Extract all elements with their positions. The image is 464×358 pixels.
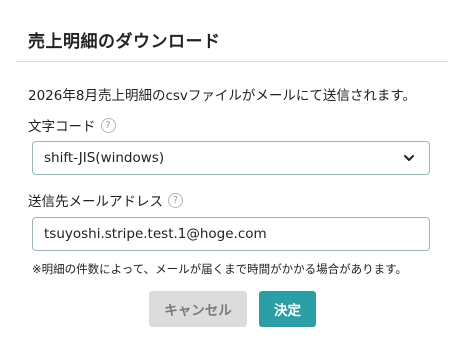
encoding-label-row: 文字コード ? [28,115,116,135]
email-label-row: 送信先メールアドレス ? [28,190,183,210]
encoding-label: 文字コード [28,119,96,135]
email-help-icon[interactable]: ? [168,192,183,208]
email-label: 送信先メールアドレス [28,194,163,210]
title-divider [16,61,448,62]
encoding-selected-value: shift-JIS(windows) [44,150,165,166]
email-field[interactable] [32,217,430,251]
encoding-help-icon[interactable]: ? [100,117,116,133]
confirm-button[interactable]: 決定 [259,291,316,327]
dialog-message: 2026年8月売上明細のcsvファイルがメールにて送信されます。 [28,88,417,104]
dialog-title: 売上明細のダウンロード [28,32,221,52]
encoding-select[interactable]: shift-JIS(windows) [32,141,430,175]
download-dialog: 売上明細のダウンロード 2026年8月売上明細のcsvファイルがメールにて送信さ… [0,0,464,358]
cancel-button[interactable]: キャンセル [149,291,247,327]
chevron-down-icon [404,155,414,161]
delivery-note: ※明細の件数によって、メールが届くまで時間がかかる場合があります。 [32,262,407,276]
